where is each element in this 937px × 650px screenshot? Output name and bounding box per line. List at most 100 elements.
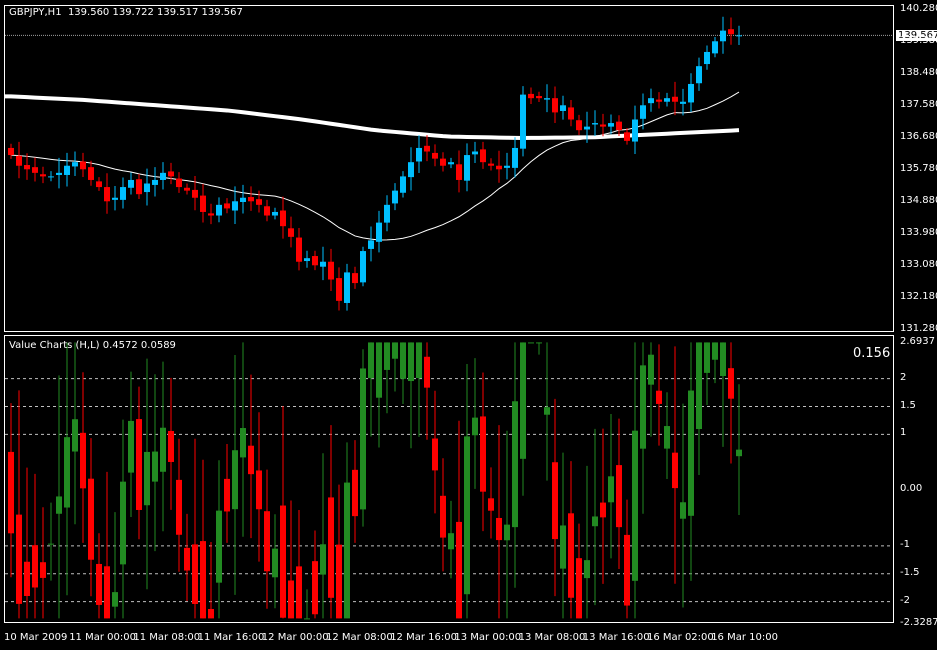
value-chart-bar <box>632 430 638 581</box>
candle-body <box>672 96 678 102</box>
value-chart-bar <box>472 417 478 436</box>
indicator-axis-label: 0.00 <box>900 483 923 495</box>
value-chart-bar <box>296 566 302 619</box>
value-chart-bar <box>608 476 614 503</box>
time-axis-label: 10 Mar 2009 <box>4 632 68 643</box>
candle-body <box>376 222 382 242</box>
value-chart-bar <box>192 544 198 604</box>
price-chart-pane[interactable] <box>4 5 894 332</box>
candle-body <box>424 145 430 152</box>
value-chart-bar <box>216 510 222 583</box>
indicator-canvas <box>5 342 893 620</box>
value-chart-bar <box>136 419 142 510</box>
value-chart-bar <box>640 365 646 449</box>
candle-body <box>536 96 542 99</box>
candle-body <box>168 171 174 177</box>
candle-body <box>72 162 78 167</box>
value-chart-bar <box>200 541 206 619</box>
indicator-pane[interactable] <box>4 335 894 623</box>
candle-body <box>160 172 166 180</box>
candle-body <box>656 99 662 102</box>
candle-body <box>528 93 534 99</box>
candle-body <box>664 98 670 102</box>
value-chart-bar <box>24 561 30 597</box>
value-chart-bar <box>120 481 126 565</box>
candle-body <box>144 183 150 193</box>
time-axis-label: 16 Mar 10:00 <box>711 632 778 643</box>
candle-body <box>56 172 62 175</box>
candle-body <box>648 98 654 104</box>
value-chart-bar <box>288 580 294 619</box>
value-chart-bar <box>448 533 454 550</box>
candle-body <box>152 179 158 185</box>
candle-body <box>8 147 14 156</box>
value-chart-bar <box>248 445 254 475</box>
candle-body <box>280 210 286 227</box>
candle-body <box>104 187 110 202</box>
price-axis-label: 133.980 <box>900 227 937 238</box>
value-chart-bar <box>176 479 182 535</box>
indicator-axis-label: -2.3287 <box>900 617 937 628</box>
value-chart-bar <box>64 437 70 508</box>
candle-body <box>80 161 86 170</box>
indicator-axis-label: 2 <box>900 371 907 383</box>
indicator-axis-label: 1 <box>900 427 907 439</box>
time-axis-label: 13 Mar 16:00 <box>582 632 650 643</box>
candle-body <box>464 155 470 181</box>
value-chart-bar <box>720 342 726 377</box>
time-axis-label: 13 Mar 08:00 <box>518 632 586 643</box>
price-axis-label: 137.580 <box>900 99 937 110</box>
candle-body <box>560 105 566 111</box>
candle-body <box>520 94 526 149</box>
value-chart-bar <box>256 470 262 510</box>
candle-body <box>504 165 510 168</box>
value-chart-bar <box>304 618 310 620</box>
value-chart-bar <box>168 430 174 462</box>
value-chart-bar <box>112 592 118 607</box>
value-chart-bar <box>592 516 598 527</box>
value-chart-bar <box>736 449 742 457</box>
value-chart-bar <box>400 342 406 379</box>
value-chart-bar <box>72 419 78 452</box>
value-chart-bar <box>488 498 494 511</box>
value-chart-bar <box>656 390 662 404</box>
candle-body <box>24 165 30 170</box>
price-axis-label: 136.680 <box>900 131 937 142</box>
indicator-axis-label: 1.5 <box>900 399 916 411</box>
value-chart-bar <box>600 502 606 518</box>
price-axis-label: 139.380 <box>900 35 937 46</box>
candle-body <box>16 155 22 166</box>
price-axis-label: 135.780 <box>900 163 937 174</box>
indicator-title: Value Charts (H,L) 0.4572 0.0589 <box>9 340 176 351</box>
value-chart-bar <box>704 342 710 373</box>
value-chart-bar <box>80 432 86 489</box>
price-chart-canvas <box>5 16 893 311</box>
time-axis-label: 12 Mar 08:00 <box>326 632 393 643</box>
candle-body <box>400 176 406 193</box>
value-chart-bar <box>360 368 366 510</box>
candle-body <box>112 197 118 200</box>
value-chart-bar <box>336 544 342 619</box>
candle-body <box>544 98 550 100</box>
value-chart-bar <box>160 427 166 472</box>
value-chart-bar <box>392 342 398 359</box>
value-chart-bar <box>88 478 94 560</box>
price-axis-label: 134.880 <box>900 195 937 206</box>
chart-symbol-label: GBPJPY,H1 139.560 139.722 139.517 139.56… <box>9 7 243 18</box>
value-chart-bar <box>368 342 374 379</box>
value-chart-bar <box>96 563 102 605</box>
value-chart-bar <box>384 342 390 370</box>
candle-body <box>512 147 518 168</box>
candle-body <box>96 181 102 188</box>
candle-body <box>688 83 694 103</box>
candle-body <box>736 35 742 37</box>
value-chart-bar <box>408 342 414 382</box>
value-chart-bar <box>376 342 382 398</box>
candle-body <box>432 152 438 159</box>
candle-body <box>632 119 638 142</box>
value-chart-bar <box>56 496 62 514</box>
candle-body <box>200 195 206 212</box>
candle-body <box>240 197 246 202</box>
candle-body <box>616 121 622 131</box>
candle-body <box>440 158 446 166</box>
